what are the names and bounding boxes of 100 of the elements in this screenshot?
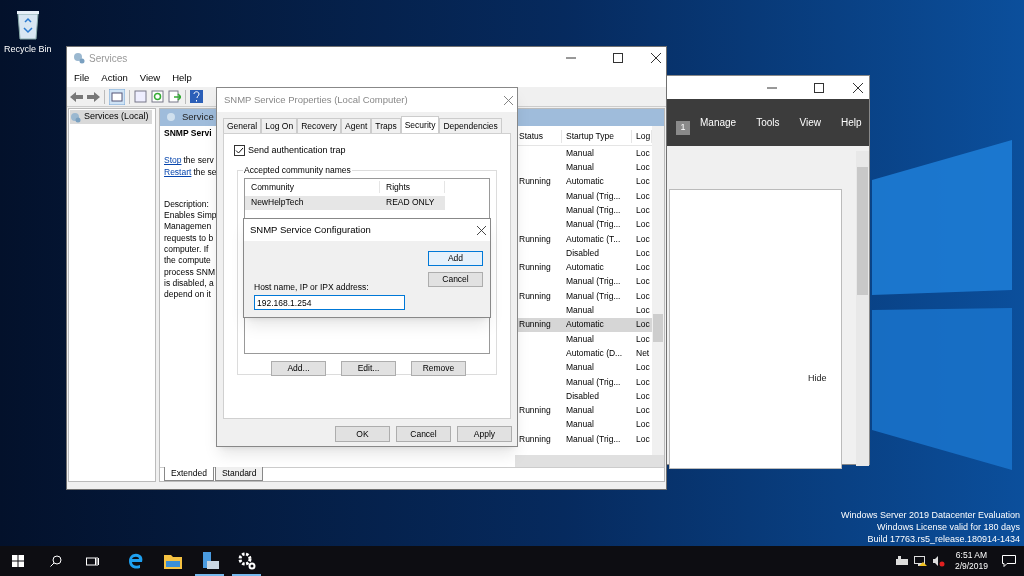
server-icon[interactable] — [200, 552, 219, 570]
view-tab[interactable]: Standard — [214, 467, 264, 481]
hide-link[interactable]: Hide — [808, 372, 827, 386]
clock[interactable]: 6:51 AM 2/9/2019 — [954, 550, 988, 572]
table-cell: Automatic — [566, 319, 604, 330]
menu-item[interactable]: Action — [101, 70, 128, 86]
column-header[interactable]: Rights — [380, 180, 445, 194]
clock-time: 6:51 AM — [955, 550, 988, 561]
tab[interactable]: Security — [400, 116, 440, 133]
search-icon[interactable] — [50, 555, 62, 567]
table-cell: Loc — [636, 190, 650, 201]
menu-item[interactable]: Help — [172, 70, 192, 86]
close-icon[interactable] — [477, 226, 486, 235]
menu-item[interactable]: Manage — [700, 115, 737, 130]
table-cell: Loc — [636, 362, 650, 373]
dialog-button[interactable]: Add... — [271, 360, 326, 376]
action-link[interactable]: Restart — [164, 166, 192, 178]
clock-date: 2/9/2019 — [954, 561, 988, 572]
maximize-icon[interactable] — [814, 83, 824, 93]
group-label: Accepted community names — [243, 163, 352, 177]
action-text: the se — [193, 166, 217, 178]
scroll-bar[interactable] — [856, 151, 869, 466]
menu-item[interactable]: Tools — [756, 115, 780, 130]
table-cell: Running — [519, 405, 551, 416]
maximize-icon[interactable] — [613, 53, 623, 63]
export-icon[interactable] — [168, 90, 181, 103]
community-row[interactable]: NewHelpTech READ ONLY — [245, 195, 445, 210]
tab[interactable]: Log On — [261, 118, 298, 133]
view-tab[interactable]: Extended — [164, 467, 214, 481]
browser-icon[interactable] — [126, 552, 145, 570]
dialog-button[interactable]: Apply — [457, 426, 512, 442]
table-cell: Loc — [636, 247, 650, 258]
checkbox-label: Send authentication trap — [248, 144, 346, 157]
table-cell: Manual (Trig... — [566, 376, 621, 387]
folder-icon[interactable] — [163, 553, 182, 569]
table-cell: Loc — [636, 390, 650, 401]
network-warning-icon[interactable] — [913, 555, 927, 567]
menu-item[interactable]: View — [139, 70, 161, 86]
description-line: is disabled, a — [164, 277, 214, 290]
horizontal-scroll-bar[interactable] — [515, 455, 664, 467]
column-header[interactable]: Startup Type — [562, 130, 632, 143]
tab[interactable]: Traps — [371, 118, 401, 133]
column-header[interactable]: Community — [245, 180, 380, 194]
table-cell: Loc — [636, 305, 650, 316]
description-line: process SNM — [164, 266, 215, 278]
window-title: Services — [89, 51, 128, 66]
table-cell: Loc — [636, 276, 650, 287]
dialog-button[interactable]: Cancel — [428, 272, 483, 287]
table-cell: Manual (Trig... — [566, 190, 621, 201]
dialog-button[interactable]: Add — [428, 251, 483, 266]
tab[interactable]: Agent — [341, 118, 372, 133]
back-arrow-icon[interactable] — [70, 91, 83, 102]
action-link[interactable]: Stop — [164, 155, 182, 167]
tab[interactable]: Recovery — [297, 118, 342, 133]
recycle-bin-icon[interactable] — [15, 8, 41, 40]
dialog-button[interactable]: Remove — [411, 360, 466, 376]
description-line: Managemen — [164, 221, 212, 233]
dialog-button[interactable]: OK — [335, 426, 390, 442]
desktop-icon-label[interactable]: Recycle Bin — [4, 43, 52, 57]
table-cell: Running — [519, 433, 551, 444]
dialog-button[interactable]: Edit... — [341, 360, 396, 376]
close-icon[interactable] — [651, 53, 661, 63]
scroll-bar[interactable] — [652, 126, 664, 455]
start-icon[interactable] — [12, 555, 24, 567]
description-line: depend on it — [164, 289, 211, 301]
table-cell: Running — [519, 319, 551, 330]
task-view-icon[interactable] — [86, 555, 99, 567]
tab[interactable]: General — [223, 118, 262, 133]
table-cell: Loc — [636, 419, 650, 430]
address-field[interactable]: 192.168.1.254 — [254, 295, 405, 310]
pane-title: Service — [182, 110, 214, 125]
help-icon[interactable] — [190, 90, 203, 103]
show-pane-icon[interactable] — [109, 88, 125, 105]
table-cell-text: NewHelpTech — [250, 196, 305, 209]
scroll-thumb[interactable] — [653, 314, 663, 342]
edition-text: Windows Server 2019 Datacenter Evaluation — [840, 509, 1020, 521]
table-cell: Loc — [636, 290, 650, 301]
table-cell: Disabled — [566, 390, 600, 401]
table-cell: Manual (Trig... — [566, 276, 621, 287]
menu-item[interactable]: View — [799, 115, 821, 130]
forward-arrow-icon[interactable] — [87, 91, 100, 102]
checkbox[interactable] — [234, 145, 245, 157]
menu-item[interactable]: Help — [841, 115, 862, 130]
dialog-button[interactable]: Cancel — [396, 426, 451, 442]
keyboard-icon[interactable] — [895, 556, 908, 566]
tab[interactable]: Dependencies — [439, 118, 502, 133]
table-cell: Automatic (T... — [566, 233, 621, 244]
description-line: requests to b — [164, 232, 214, 245]
refresh-icon[interactable] — [151, 90, 164, 103]
speaker-muted-icon[interactable] — [932, 555, 945, 567]
tree-item[interactable]: Services (Local) — [70, 110, 152, 124]
table-cell: Manual (Trig... — [566, 204, 621, 215]
menu-item[interactable]: File — [74, 70, 90, 86]
scroll-thumb[interactable] — [857, 167, 868, 295]
close-icon[interactable] — [853, 83, 863, 93]
table-cell: Manual (Trig... — [566, 219, 621, 230]
table-cell: Loc — [636, 162, 650, 173]
table-cell: Manual — [566, 419, 594, 430]
table-cell: Running — [519, 233, 551, 244]
notification-icon[interactable] — [1002, 555, 1016, 567]
